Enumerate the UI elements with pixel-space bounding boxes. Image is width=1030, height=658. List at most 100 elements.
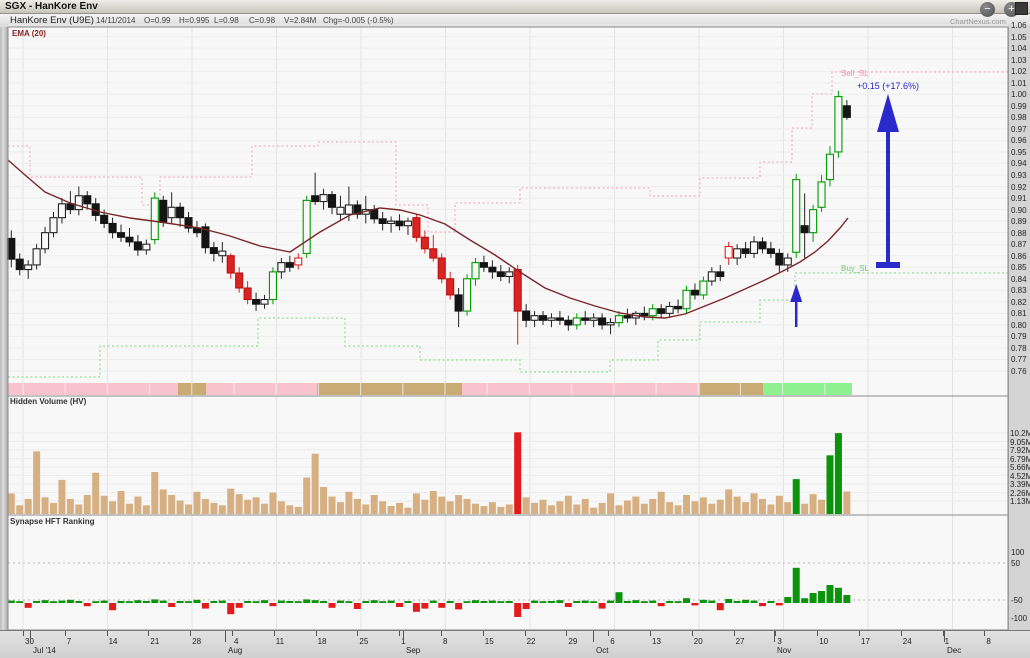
x-tick-mark bbox=[65, 631, 67, 636]
price-axis-label: 1.04 bbox=[1011, 44, 1027, 53]
price-axis-label: 0.87 bbox=[1011, 240, 1027, 249]
hft-axis-label: -100 bbox=[1011, 614, 1027, 623]
x-tick-mark bbox=[316, 631, 318, 636]
x-tick-label: 20 bbox=[694, 637, 703, 646]
x-tick-mark bbox=[650, 631, 652, 636]
volume-axis-label: 1.13M bbox=[1010, 497, 1030, 506]
price-axis-label: 0.85 bbox=[1011, 263, 1027, 272]
price-axis-label: 1.05 bbox=[1011, 33, 1027, 42]
volume-panel-label[interactable]: Hidden Volume (HV) bbox=[10, 397, 86, 406]
x-tick-mark bbox=[984, 631, 986, 636]
price-axis-label: 0.99 bbox=[1011, 102, 1027, 111]
month-label: Nov bbox=[777, 646, 791, 655]
price-axis-label: 1.01 bbox=[1011, 79, 1027, 88]
x-tick-mark bbox=[148, 631, 150, 636]
x-tick-label: 29 bbox=[568, 637, 577, 646]
x-tick-label: 28 bbox=[192, 637, 201, 646]
x-tick-label: 22 bbox=[527, 637, 536, 646]
price-axis-label: 0.88 bbox=[1011, 229, 1027, 238]
price-axis-label: 1.00 bbox=[1011, 90, 1027, 99]
month-label: Jul '14 bbox=[33, 646, 56, 655]
x-tick-mark bbox=[274, 631, 276, 636]
watermark: ChartNexus.com bbox=[950, 17, 1006, 26]
price-axis-label: 0.83 bbox=[1011, 286, 1027, 295]
x-tick-label: 25 bbox=[359, 637, 368, 646]
hft-axis-label: 50 bbox=[1011, 559, 1020, 568]
x-tick-label: 4 bbox=[234, 637, 238, 646]
minus-icon: − bbox=[984, 3, 990, 15]
price-axis-label: 0.92 bbox=[1011, 183, 1027, 192]
price-axis-label: 0.97 bbox=[1011, 125, 1027, 134]
price-axis-label: 0.82 bbox=[1011, 298, 1027, 307]
x-tick-mark bbox=[734, 631, 736, 636]
month-tick-mark bbox=[944, 631, 946, 642]
price-axis-label: 0.96 bbox=[1011, 136, 1027, 145]
month-tick-mark bbox=[30, 631, 32, 642]
price-axis-label: 0.78 bbox=[1011, 344, 1027, 353]
price-axis-label: 0.95 bbox=[1011, 148, 1027, 157]
gain-annotation-label[interactable]: +0.15 (+17.6%) bbox=[857, 81, 919, 91]
x-tick-mark bbox=[190, 631, 192, 636]
price-axis-label: 1.06 bbox=[1011, 21, 1027, 30]
price-axis-label: 0.76 bbox=[1011, 367, 1027, 376]
x-tick-label: 17 bbox=[861, 637, 870, 646]
x-tick-label: 24 bbox=[903, 637, 912, 646]
zoom-out-button[interactable]: − bbox=[980, 2, 995, 17]
hft-axis-label: 100 bbox=[1011, 548, 1024, 557]
plus-icon: + bbox=[1008, 3, 1014, 15]
month-tick-mark bbox=[774, 631, 776, 642]
window-menu-icon[interactable] bbox=[1015, 2, 1028, 15]
price-axis-label: 0.91 bbox=[1011, 194, 1027, 203]
x-tick-label: 7 bbox=[67, 637, 71, 646]
x-tick-label: 10 bbox=[819, 637, 828, 646]
month-label: Dec bbox=[947, 646, 961, 655]
month-tick-mark bbox=[593, 631, 595, 642]
price-axis-label: 0.90 bbox=[1011, 206, 1027, 215]
ema-indicator-label[interactable]: EMA (20) bbox=[12, 29, 46, 38]
x-tick-mark bbox=[566, 631, 568, 636]
x-tick-mark bbox=[357, 631, 359, 636]
x-tick-label: 8 bbox=[443, 637, 447, 646]
chartnexus-window: SGX - HanKore Env − + HanKore Env (U9E) … bbox=[0, 0, 1030, 658]
x-tick-label: 18 bbox=[318, 637, 327, 646]
chart-canvas[interactable] bbox=[0, 0, 1030, 658]
month-tick-mark bbox=[403, 631, 405, 642]
price-axis-label: 0.79 bbox=[1011, 332, 1027, 341]
x-tick-label: 6 bbox=[610, 637, 614, 646]
x-tick-label: 14 bbox=[109, 637, 118, 646]
buy-band-label: Buy_SL bbox=[841, 264, 869, 273]
hft-axis-label: -50 bbox=[1011, 596, 1023, 605]
x-tick-mark bbox=[107, 631, 109, 636]
price-axis-label: 0.81 bbox=[1011, 309, 1027, 318]
x-tick-mark bbox=[232, 631, 234, 636]
x-tick-label: 3 bbox=[777, 637, 781, 646]
price-axis-label: 0.80 bbox=[1011, 321, 1027, 330]
x-tick-label: 21 bbox=[150, 637, 159, 646]
x-tick-label: 27 bbox=[736, 637, 745, 646]
x-tick-mark bbox=[23, 631, 25, 636]
month-label: Oct bbox=[596, 646, 608, 655]
month-label: Sep bbox=[406, 646, 420, 655]
price-axis-label: 0.93 bbox=[1011, 171, 1027, 180]
price-axis-label: 0.86 bbox=[1011, 252, 1027, 261]
x-tick-mark bbox=[608, 631, 610, 636]
price-axis-label: 0.94 bbox=[1011, 159, 1027, 168]
x-tick-label: 11 bbox=[276, 637, 284, 646]
hft-panel-label[interactable]: Synapse HFT Ranking bbox=[10, 517, 94, 526]
month-tick-mark bbox=[225, 631, 227, 642]
price-axis-label: 0.98 bbox=[1011, 113, 1027, 122]
x-tick-mark bbox=[399, 631, 401, 636]
x-tick-mark bbox=[525, 631, 527, 636]
x-tick-label: 8 bbox=[986, 637, 990, 646]
x-tick-mark bbox=[483, 631, 485, 636]
price-axis-label: 0.84 bbox=[1011, 275, 1027, 284]
month-label: Aug bbox=[228, 646, 242, 655]
x-tick-mark bbox=[817, 631, 819, 636]
price-axis-label: 0.77 bbox=[1011, 355, 1027, 364]
signal-ribbon bbox=[8, 383, 852, 395]
x-tick-mark bbox=[859, 631, 861, 636]
x-tick-mark bbox=[441, 631, 443, 636]
x-tick-mark bbox=[901, 631, 903, 636]
x-tick-label: 15 bbox=[485, 637, 494, 646]
price-axis-label: 1.03 bbox=[1011, 56, 1027, 65]
